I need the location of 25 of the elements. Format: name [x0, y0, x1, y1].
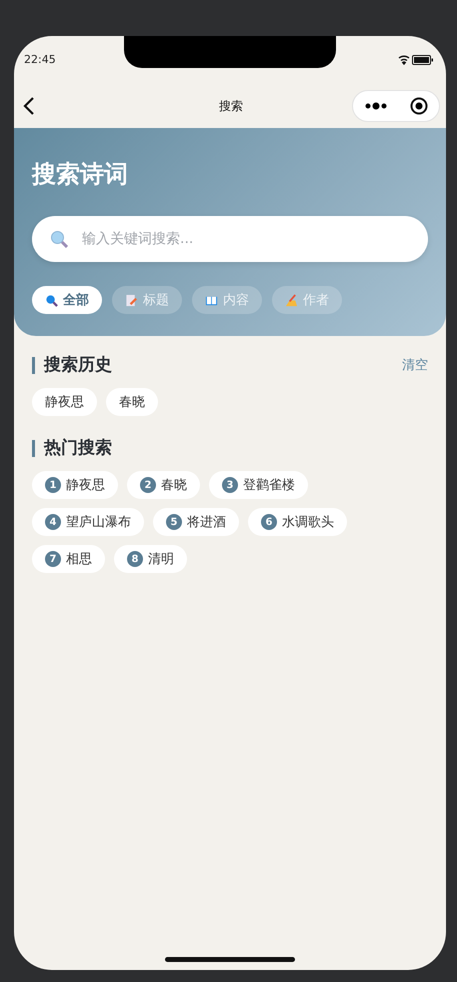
section-title: 热门搜索: [32, 440, 112, 457]
writing-hand-icon: [285, 294, 298, 306]
banner-title: 搜索诗词: [32, 159, 129, 190]
document-pencil-icon: [125, 294, 138, 306]
hot-search-tag[interactable]: 5 将进酒: [153, 508, 239, 536]
hot-search-tag[interactable]: 7 相思: [32, 545, 105, 573]
hot-search-tag[interactable]: 1 静夜思: [32, 471, 118, 499]
hot-search-tag[interactable]: 2 春晓: [127, 471, 200, 499]
search-field[interactable]: 输入关键词搜索...: [32, 216, 428, 262]
hot-search-tag[interactable]: 3 登鹳雀楼: [209, 471, 308, 499]
hot-search-tag[interactable]: 8 清明: [114, 545, 187, 573]
history-tag[interactable]: 春晓: [106, 388, 158, 416]
capsule-menu[interactable]: [352, 90, 440, 122]
history-tag[interactable]: 静夜思: [32, 388, 97, 416]
more-icon[interactable]: [364, 102, 386, 110]
search-icon: [50, 230, 68, 248]
status-icons: [398, 54, 434, 66]
section-title: 搜索历史: [32, 356, 112, 374]
search-icon: [45, 294, 58, 306]
hot-search-tag[interactable]: 6 水调歌头: [248, 508, 347, 536]
hot-search-tag[interactable]: 4 望庐山瀑布: [32, 508, 144, 536]
page-title: 搜索: [219, 98, 243, 114]
back-icon[interactable]: [22, 96, 36, 116]
filter-tab[interactable]: 全部: [32, 286, 102, 314]
status-time: 22:45: [24, 52, 56, 66]
